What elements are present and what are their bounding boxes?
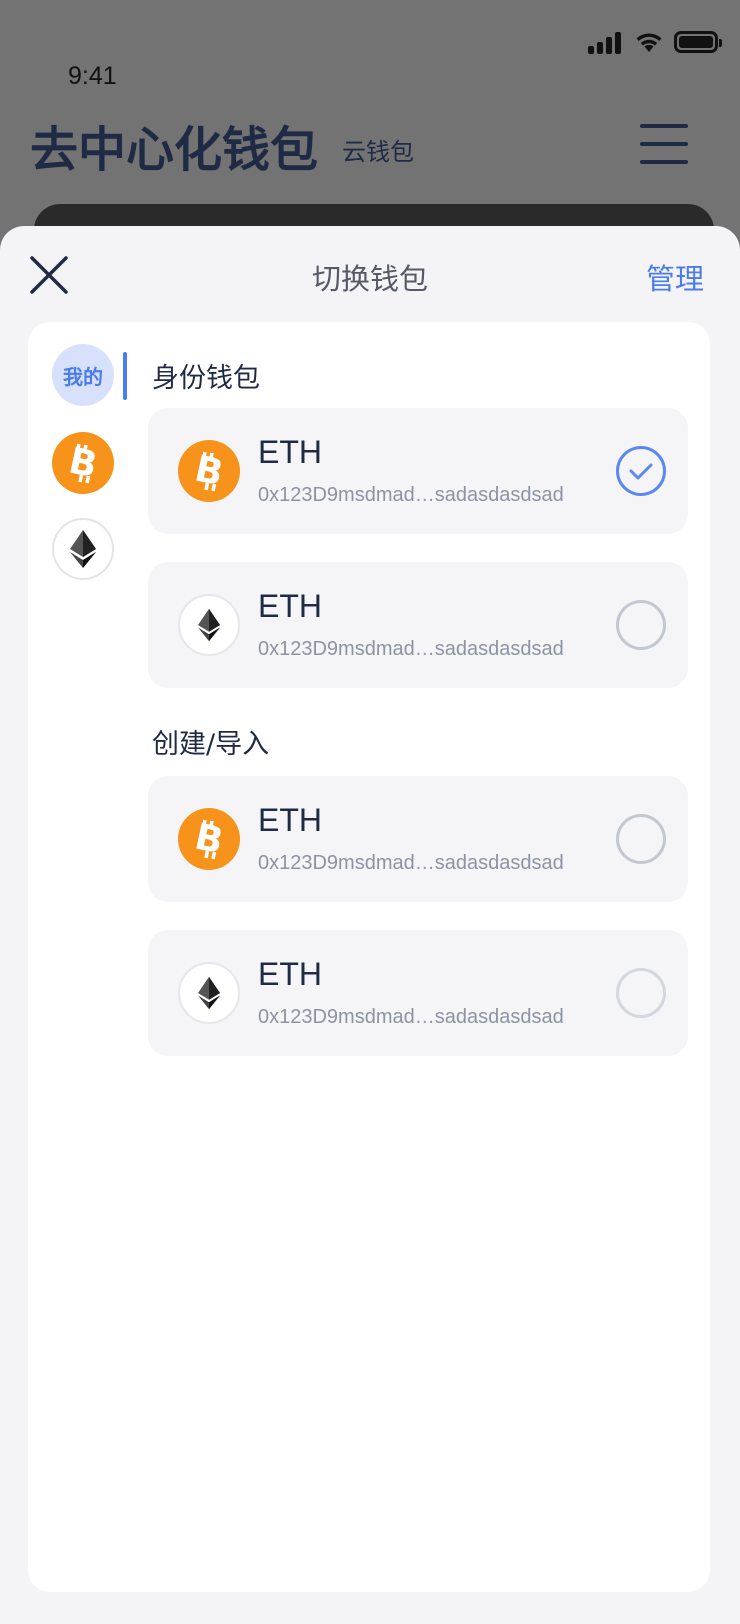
wallet-name: ETH: [258, 588, 322, 624]
wifi-icon: [636, 33, 662, 52]
ethereum-icon: [178, 962, 240, 1024]
switch-wallet-sheet: 切换钱包 管理 我的 B 身份钱包 B ETH 0x123D9msdmad…sa…: [0, 226, 740, 1624]
section-title-identity: 身份钱包: [152, 363, 260, 394]
bitcoin-icon: B: [178, 808, 240, 870]
status-icons: [588, 30, 722, 54]
wallet-select-radio[interactable]: [616, 446, 666, 496]
category-bitcoin[interactable]: B: [52, 432, 114, 494]
wallet-item[interactable]: ETH 0x123D9msdmad…sadasdasdsad: [148, 562, 688, 688]
wallet-list-panel: 我的 B 身份钱包 B ETH 0x123D9msdmad…sadasdasds…: [28, 322, 710, 1592]
ethereum-icon: [178, 594, 240, 656]
wallet-name: ETH: [258, 802, 322, 838]
category-mine-label: 我的: [63, 364, 103, 389]
category-ethereum[interactable]: [52, 518, 114, 580]
wallet-item[interactable]: B ETH 0x123D9msdmad…sadasdasdsad: [148, 776, 688, 902]
wallet-name: ETH: [258, 956, 322, 992]
menu-icon: [640, 124, 688, 164]
wallet-address: 0x123D9msdmad…sadasdasdsad: [258, 1006, 564, 1028]
active-category-indicator: [123, 352, 127, 400]
battery-icon: [674, 31, 722, 53]
sheet-title: 切换钱包: [311, 262, 428, 296]
category-mine[interactable]: 我的: [52, 344, 114, 406]
wallet-item[interactable]: B ETH 0x123D9msdmad…sadasdasdsad: [148, 408, 688, 534]
wallet-address: 0x123D9msdmad…sadasdasdsad: [258, 484, 564, 506]
wallet-select-radio[interactable]: [616, 600, 666, 650]
wallet-name: ETH: [258, 434, 322, 470]
signal-icon: [588, 30, 624, 54]
wallet-select-radio[interactable]: [616, 968, 666, 1018]
wallet-address: 0x123D9msdmad…sadasdasdsad: [258, 638, 564, 660]
bitcoin-icon: B: [52, 432, 114, 494]
app-title: 去中心化钱包: [30, 122, 319, 178]
status-time: 9:41: [68, 62, 117, 90]
bitcoin-icon: B: [178, 440, 240, 502]
checkmark-icon: [629, 463, 653, 480]
section-title-create-import: 创建/导入: [152, 729, 270, 760]
wallet-item[interactable]: ETH 0x123D9msdmad…sadasdasdsad: [148, 930, 688, 1056]
manage-button[interactable]: 管理: [646, 256, 704, 298]
wallet-address: 0x123D9msdmad…sadasdasdsad: [258, 852, 564, 874]
app-subtitle: 云钱包: [342, 138, 414, 166]
ethereum-icon: [70, 530, 96, 568]
wallet-select-radio[interactable]: [616, 814, 666, 864]
